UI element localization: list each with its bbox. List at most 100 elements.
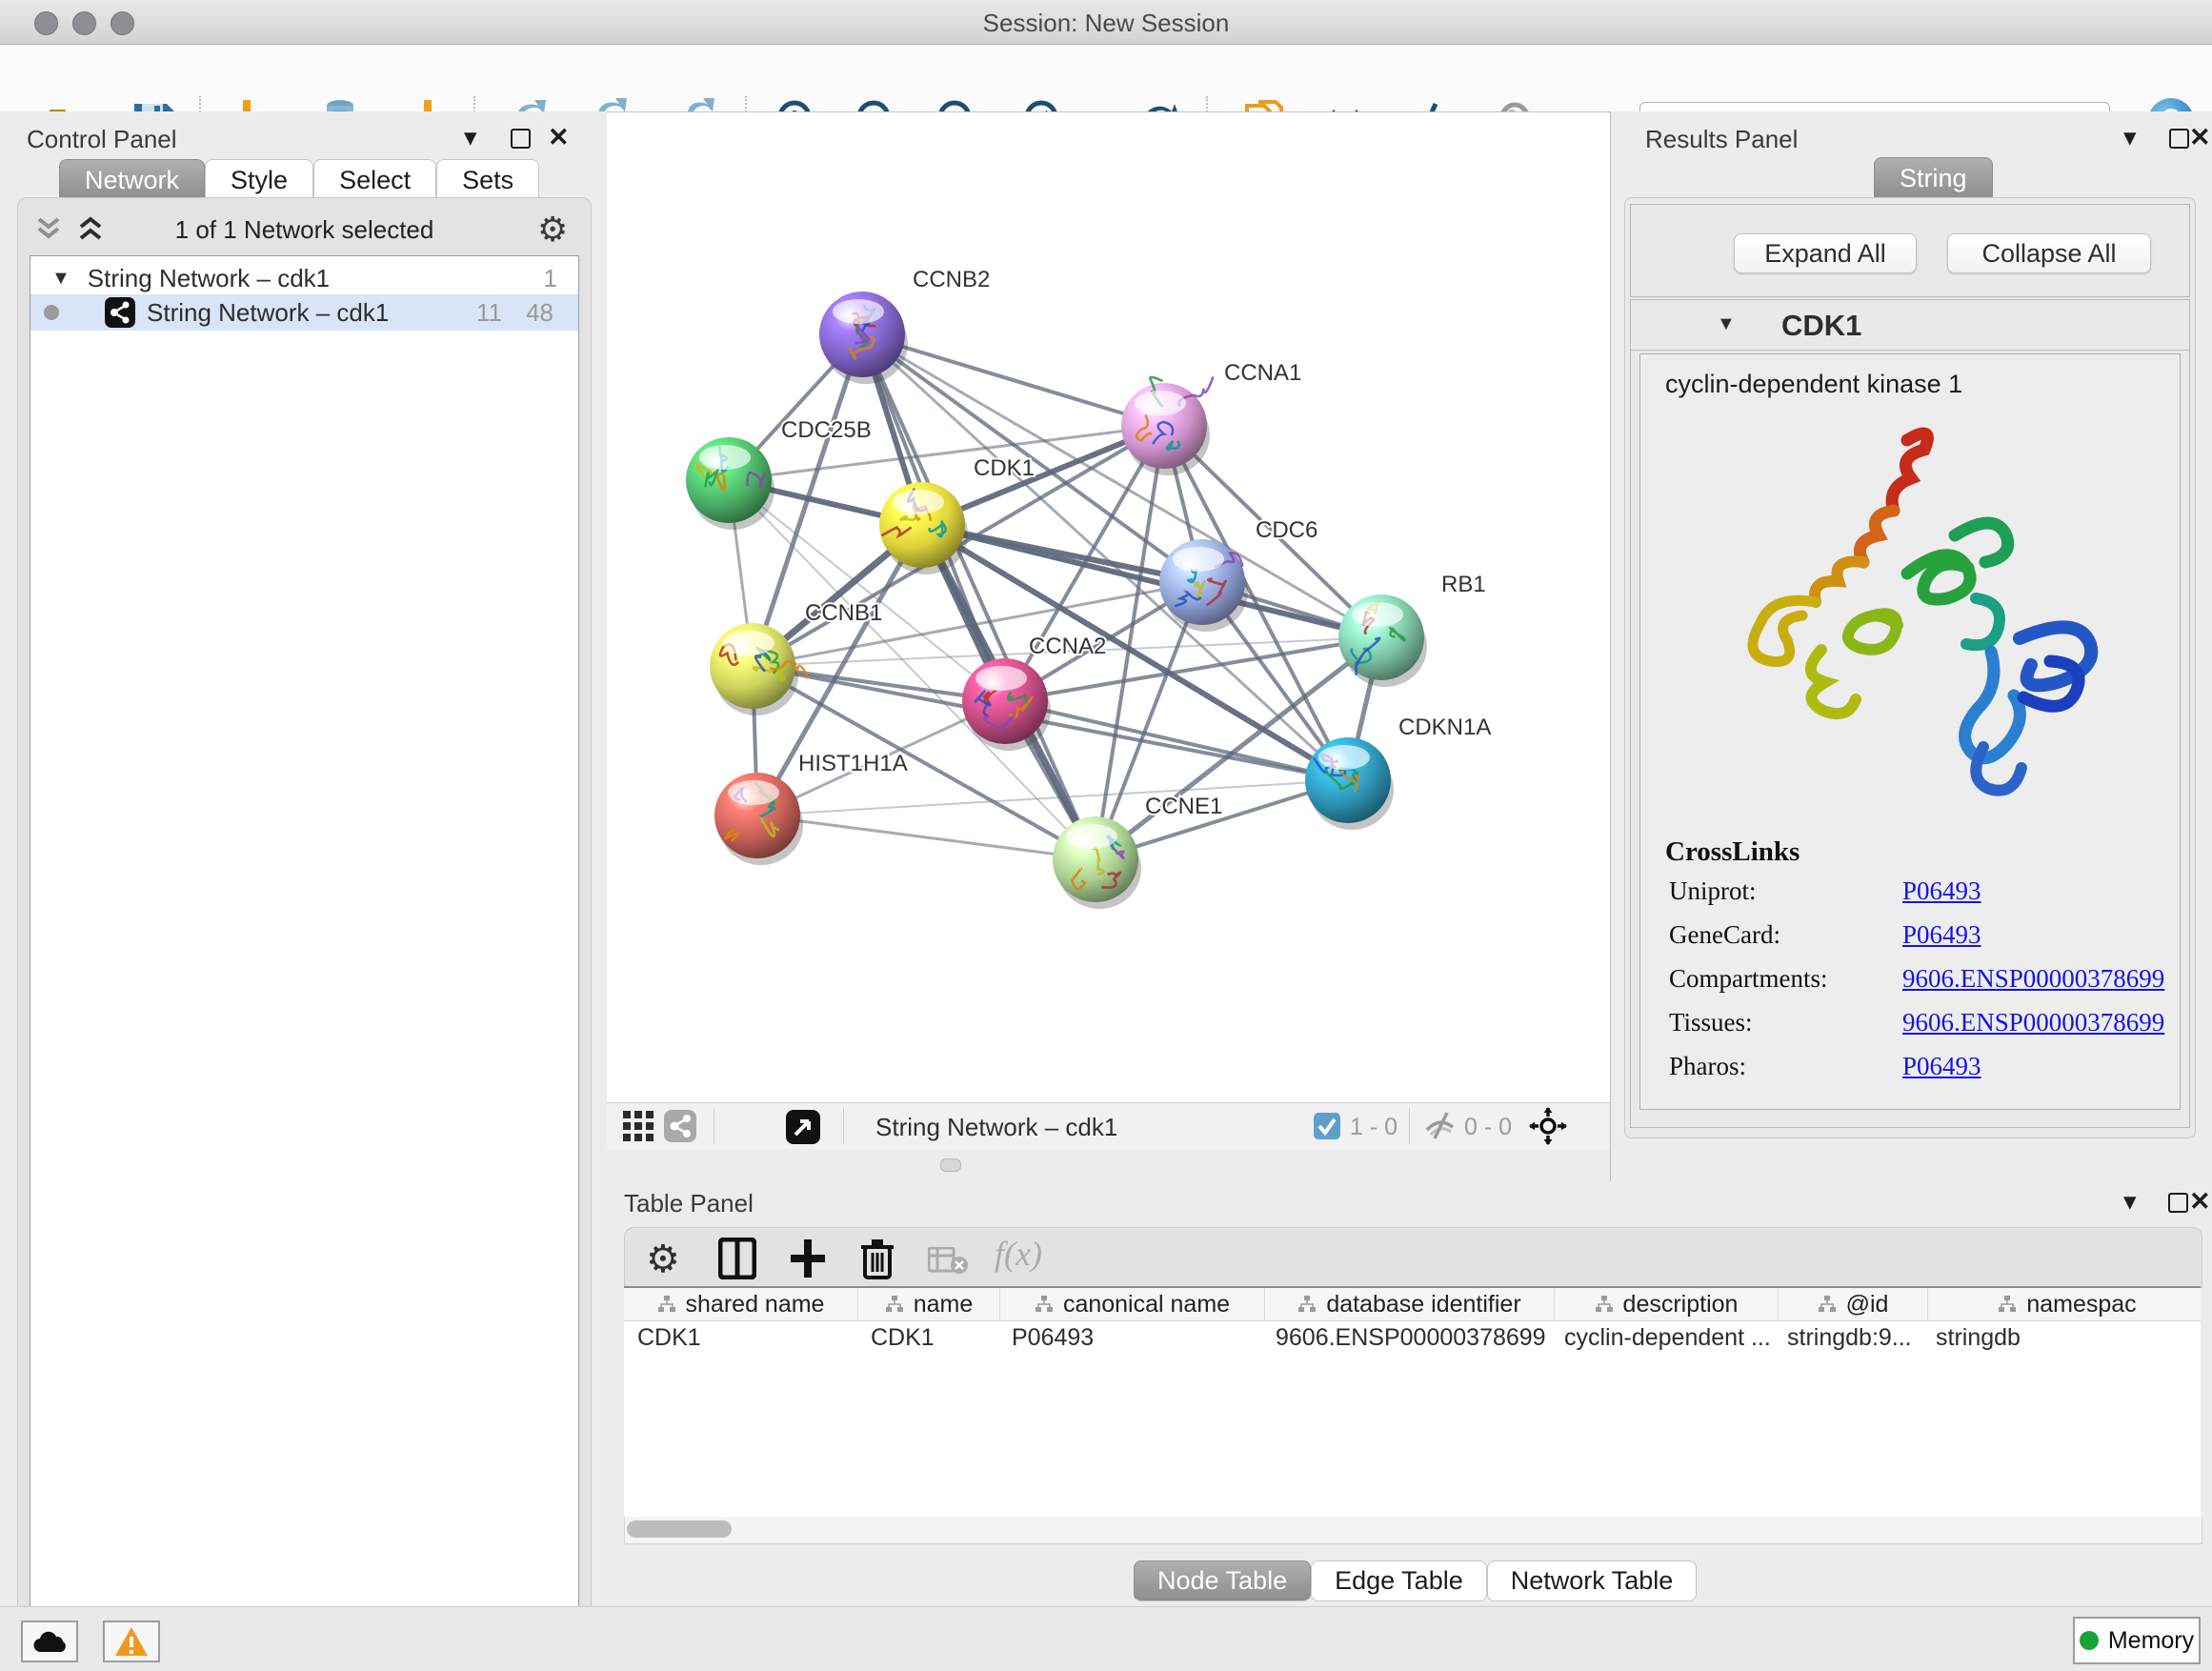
crosslink-link[interactable]: 9606.ENSP00000378699	[1902, 1008, 2164, 1037]
tab-edge-table[interactable]: Edge Table	[1311, 1560, 1487, 1601]
tab-network-table[interactable]: Network Table	[1487, 1560, 1698, 1601]
delete-column-trash-icon[interactable]	[859, 1238, 895, 1281]
toolbar-separator	[843, 1108, 844, 1144]
crosslink-row: Tissues:9606.ENSP00000378699	[1640, 1008, 2180, 1052]
grid-view-icon[interactable]	[622, 1110, 654, 1142]
node-label-CDC25B: CDC25B	[781, 417, 872, 443]
table-cell[interactable]: CDK1	[624, 1321, 857, 1354]
collapse-all-button[interactable]: Collapse All	[1947, 233, 2151, 273]
network-collection-row[interactable]: ▼ String Network – cdk1 1	[30, 262, 578, 294]
table-tabs: Node TableEdge TableNetwork Table	[1134, 1560, 1697, 1601]
tab-select[interactable]: Select	[313, 159, 436, 201]
splitter-grip[interactable]	[940, 1158, 961, 1172]
table-cell[interactable]: CDK1	[857, 1321, 998, 1354]
table-cell[interactable]: cyclin-dependent ...	[1551, 1321, 1774, 1354]
memory-button[interactable]: Memory	[2073, 1617, 2201, 1664]
warnings-button[interactable]	[103, 1621, 160, 1662]
gene-name: CDK1	[1781, 309, 1861, 343]
node-label-CCNE1: CCNE1	[1145, 794, 1222, 819]
node-label-CCNB2: CCNB2	[913, 267, 990, 292]
birds-eye-view-icon[interactable]	[786, 1110, 820, 1144]
node-label-RB1: RB1	[1441, 572, 1486, 597]
cloud-button[interactable]	[21, 1621, 78, 1662]
column-type-icon	[1998, 1296, 2017, 1313]
column-header-description[interactable]: description	[1555, 1288, 1779, 1320]
column-type-icon	[1595, 1296, 1614, 1313]
table-horizontal-scrollbar[interactable]	[624, 1517, 2202, 1544]
crosslink-label: Compartments:	[1669, 964, 1827, 994]
tab-network[interactable]: Network	[59, 159, 205, 201]
column-header-name[interactable]: name	[858, 1288, 1000, 1320]
network-list: ▼ String Network – cdk1 1 String Network…	[30, 255, 579, 1665]
collapse-triangle-icon[interactable]: ▼	[1717, 313, 1736, 335]
column-header-@id[interactable]: @id	[1779, 1288, 1928, 1320]
crosslink-label: GeneCard:	[1669, 920, 1780, 950]
float-panel-icon[interactable]: ▾	[464, 125, 477, 151]
network-view-canvas[interactable]: CCNB2CCNA1CDC25BCDK1CDC6RB1CCNB1CCNA2CDK…	[607, 111, 1610, 1103]
control-panel-title: Control Panel	[27, 125, 177, 154]
node-CDKN1A[interactable]: CDKN1A	[1305, 715, 1491, 830]
show-columns-icon[interactable]	[718, 1238, 756, 1279]
edge-CCNB2-RB1[interactable]	[862, 334, 1381, 637]
float-panel-icon[interactable]: ▾	[2123, 1189, 2137, 1215]
tab-style[interactable]: Style	[205, 159, 313, 201]
table-cell[interactable]: stringdb:9...	[1774, 1321, 1922, 1354]
selected-checkbox-icon[interactable]	[1314, 1113, 1340, 1139]
column-header-namespac[interactable]: namespac	[1928, 1288, 2201, 1320]
node-label-CCNB1: CCNB1	[805, 600, 882, 626]
crosslink-link[interactable]: 9606.ENSP00000378699	[1902, 964, 2164, 994]
node-CCNE1[interactable]: CCNE1	[1053, 794, 1222, 909]
column-header-canonical-name[interactable]: canonical name	[1000, 1288, 1265, 1320]
expand-all-button[interactable]: Expand All	[1734, 233, 1917, 273]
tab-node-table[interactable]: Node Table	[1134, 1560, 1311, 1601]
float-panel-icon[interactable]: ▾	[2123, 125, 2137, 151]
column-header-shared-name[interactable]: shared name	[624, 1288, 858, 1320]
table-cell[interactable]: stringdb	[1922, 1321, 2201, 1354]
hidden-eye-slash-icon[interactable]	[1424, 1111, 1457, 1139]
table-row[interactable]: CDK1CDK1P064939606.ENSP00000378699cyclin…	[624, 1321, 2201, 1354]
tab-sets[interactable]: Sets	[436, 159, 539, 201]
gear-icon[interactable]: ⚙	[537, 210, 568, 250]
edge-CCNB2-CCNE1[interactable]	[862, 334, 1096, 859]
collapse-triangle-icon[interactable]: ▼	[51, 268, 70, 290]
scrollbar-thumb[interactable]	[627, 1520, 732, 1538]
node-label-CDKN1A: CDKN1A	[1398, 715, 1491, 740]
column-header-database-identifier[interactable]: database identifier	[1265, 1288, 1555, 1320]
string-results-container: Expand All Collapse All ▼ CDK1 cyclin-de…	[1624, 197, 2196, 1138]
node-RB1[interactable]: RB1	[1338, 572, 1486, 687]
crosslink-row: Compartments: 9606.ENSP00000378699	[1640, 964, 2180, 1008]
maximize-panel-icon[interactable]	[511, 129, 531, 153]
close-panel-icon[interactable]: ✕	[2189, 1189, 2211, 1215]
crosslink-row: Uniprot:P06493	[1640, 876, 2180, 920]
network-share-view-icon[interactable]	[664, 1110, 696, 1142]
close-panel-icon[interactable]: ✕	[2189, 125, 2211, 151]
node-table[interactable]: shared namenamecanonical namedatabase id…	[624, 1286, 2201, 1540]
maximize-panel-icon[interactable]	[2168, 1193, 2188, 1218]
table-cell[interactable]: P06493	[998, 1321, 1262, 1354]
add-column-icon[interactable]	[789, 1238, 827, 1279]
horizontal-splitter[interactable]	[607, 1149, 1610, 1181]
network-label: String Network – cdk1	[147, 298, 389, 328]
network-row-selected[interactable]: String Network – cdk1 11 48	[30, 294, 578, 331]
gene-section-header[interactable]: ▼ CDK1	[1631, 300, 2189, 351]
network-share-icon	[105, 297, 135, 328]
table-gear-icon[interactable]: ⚙	[646, 1238, 680, 1281]
gene-description: cyclin-dependent kinase 1	[1665, 370, 1962, 399]
control-panel: Control Panel ▾ ✕ NetworkStyleSelectSets…	[0, 111, 608, 1606]
close-panel-icon[interactable]: ✕	[548, 125, 570, 151]
crosslink-link[interactable]: P06493	[1902, 876, 1981, 906]
crosslink-link[interactable]: P06493	[1902, 1052, 1981, 1081]
string-network-graph[interactable]: CCNB2CCNA1CDC25BCDK1CDC6RB1CCNB1CCNA2CDK…	[607, 112, 1610, 1103]
fit-crosshair-icon[interactable]	[1529, 1107, 1567, 1145]
clear-table-icon	[928, 1247, 970, 1276]
tab-string[interactable]: String	[1874, 157, 1993, 199]
crosslink-link[interactable]: P06493	[1902, 920, 1981, 950]
column-type-icon	[1297, 1296, 1317, 1313]
edge-CCNE1-HIST1H1A[interactable]	[757, 815, 1096, 859]
cloud-icon	[32, 1629, 67, 1654]
table-cell[interactable]: 9606.ENSP00000378699	[1262, 1321, 1551, 1354]
memory-status-dot	[2080, 1631, 2099, 1650]
node-CCNA1[interactable]: CCNA1	[1121, 360, 1301, 475]
maximize-panel-icon[interactable]	[2169, 129, 2189, 153]
node-label-HIST1H1A: HIST1H1A	[798, 751, 908, 776]
